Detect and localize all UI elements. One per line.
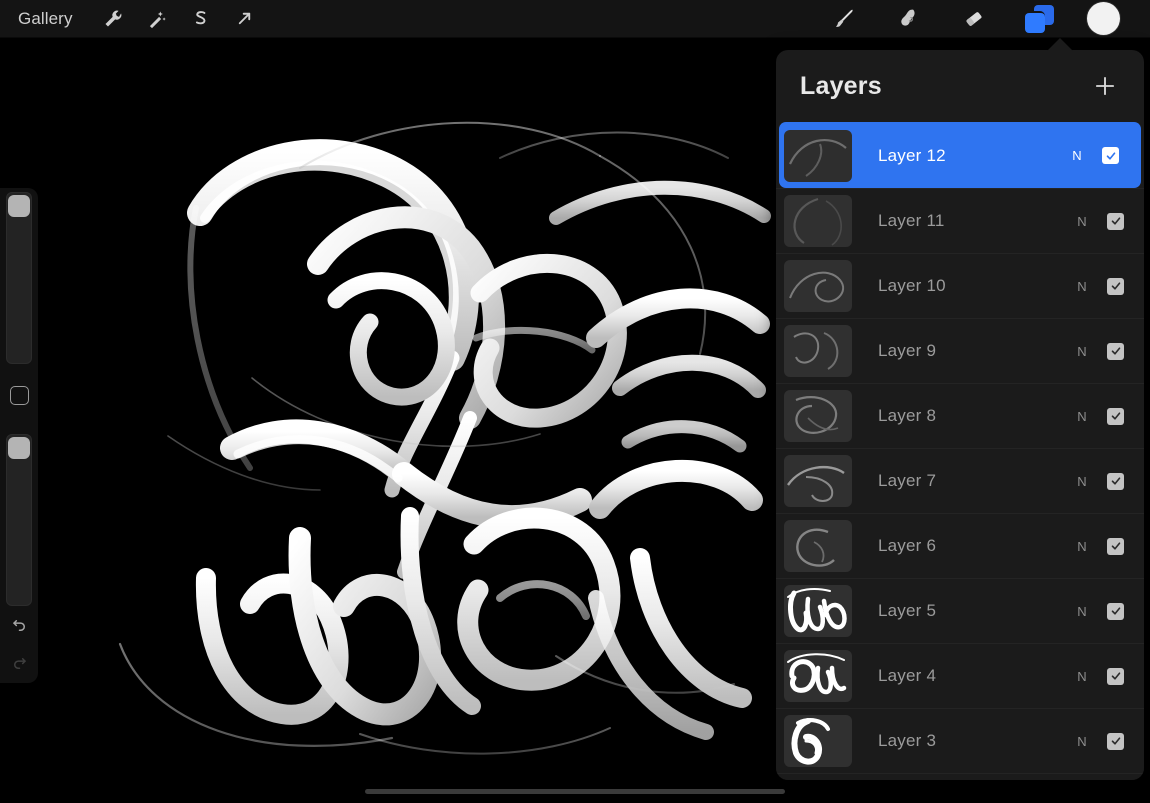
layer-name: Layer 4 (878, 666, 937, 685)
undo-button[interactable] (0, 608, 38, 642)
layer-blend-mode[interactable]: N (1069, 539, 1095, 554)
transform-arrow-icon[interactable] (223, 4, 267, 34)
layer-blend-mode[interactable]: N (1069, 344, 1095, 359)
layer-visibility-checkbox[interactable] (1107, 602, 1124, 620)
layer-thumbnail[interactable] (784, 520, 852, 572)
layer-visibility-checkbox[interactable] (1107, 472, 1124, 490)
color-swatch (1087, 2, 1120, 35)
layer-thumbnail[interactable] (784, 455, 852, 507)
layers-panel-pointer (1047, 38, 1073, 51)
adjustments-wand-icon[interactable] (135, 4, 179, 34)
layer-name: Layer 7 (878, 471, 937, 490)
layer-thumbnail[interactable] (784, 715, 852, 767)
left-sidebar (0, 188, 38, 683)
layer-thumbnail[interactable] (784, 195, 852, 247)
layer-blend-mode[interactable]: N (1069, 279, 1095, 294)
layer-visibility-checkbox[interactable] (1107, 407, 1124, 425)
layer-thumbnail[interactable] (784, 390, 852, 442)
layer-name: Layer 8 (878, 406, 937, 425)
layer-name: Layer 6 (878, 536, 937, 555)
layer-blend-mode[interactable]: N (1069, 734, 1095, 749)
layers-icon-glyph (1024, 4, 1054, 33)
top-toolbar: Gallery (0, 0, 1150, 38)
right-tool-group (811, 0, 1136, 38)
layer-row[interactable]: Layer 6 N (776, 513, 1144, 578)
layer-blend-mode[interactable]: N (1069, 474, 1095, 489)
layers-panel: Layers Layer 12 N Layer 11 N Layer 10 N Layer … (776, 50, 1144, 780)
layer-row[interactable]: Layer 2N (776, 773, 1144, 780)
layer-blend-mode[interactable]: N (1069, 214, 1095, 229)
layer-thumbnail[interactable] (784, 129, 852, 182)
home-indicator (365, 789, 785, 794)
layer-row[interactable]: Layer 4 N (776, 643, 1144, 708)
modify-button[interactable] (10, 386, 29, 405)
layer-thumbnail[interactable] (784, 325, 852, 377)
layer-visibility-checkbox[interactable] (1107, 732, 1124, 750)
color-swatch-button[interactable] (1071, 0, 1136, 38)
layer-row[interactable]: Layer 5 N (776, 578, 1144, 643)
redo-button[interactable] (0, 646, 38, 680)
brush-size-slider-thumb[interactable] (8, 195, 30, 217)
layer-name: Layer 5 (878, 601, 937, 620)
layer-blend-mode[interactable]: N (1064, 148, 1090, 163)
layer-blend-mode[interactable]: N (1069, 604, 1095, 619)
layers-list: Layer 12 N Layer 11 N Layer 10 N Layer 9 N Layer… (776, 122, 1144, 780)
layer-name: Layer 10 (878, 276, 946, 295)
layers-panel-title: Layers (800, 71, 882, 100)
layer-visibility-checkbox[interactable] (1107, 667, 1124, 685)
layer-visibility-checkbox[interactable] (1107, 277, 1124, 295)
layer-row[interactable]: Layer 12 N (779, 122, 1141, 188)
layer-row[interactable]: Layer 3 N (776, 708, 1144, 773)
smudge-icon[interactable] (876, 0, 941, 38)
layer-row[interactable]: Layer 11 N (776, 188, 1144, 253)
layer-thumbnail[interactable] (784, 260, 852, 312)
layer-row[interactable]: Layer 8 N (776, 383, 1144, 448)
layer-name: Layer 9 (878, 341, 937, 360)
brush-opacity-slider[interactable] (6, 434, 32, 606)
layer-blend-mode[interactable]: N (1069, 409, 1095, 424)
left-tool-group (91, 4, 267, 34)
layer-name: Layer 3 (878, 731, 937, 750)
layers-panel-header: Layers (776, 50, 1144, 122)
layers-icon-front-square (1024, 12, 1045, 33)
layer-name: Layer 12 (878, 145, 946, 165)
layer-visibility-checkbox[interactable] (1107, 537, 1124, 555)
layer-thumbnail[interactable] (784, 585, 852, 637)
brush-size-slider[interactable] (6, 192, 32, 364)
layer-thumbnail[interactable] (784, 650, 852, 702)
brush-opacity-slider-thumb[interactable] (8, 437, 30, 459)
layer-name: Layer 11 (878, 211, 945, 230)
actions-wrench-icon[interactable] (91, 4, 135, 34)
layer-row[interactable]: Layer 7 N (776, 448, 1144, 513)
eraser-icon[interactable] (941, 0, 1006, 38)
layer-visibility-checkbox[interactable] (1107, 212, 1124, 230)
paint-brush-icon[interactable] (811, 0, 876, 38)
layers-icon[interactable] (1006, 0, 1071, 38)
layer-visibility-checkbox[interactable] (1102, 147, 1119, 164)
selection-icon[interactable] (179, 4, 223, 34)
add-layer-button[interactable] (1088, 69, 1122, 103)
procreate-app: Gallery Layers Layer 12 N Layer 11 N Lay… (0, 0, 1150, 803)
gallery-button[interactable]: Gallery (18, 10, 73, 27)
layer-row[interactable]: Layer 10 N (776, 253, 1144, 318)
layer-visibility-checkbox[interactable] (1107, 342, 1124, 360)
layer-row[interactable]: Layer 9 N (776, 318, 1144, 383)
layer-blend-mode[interactable]: N (1069, 669, 1095, 684)
